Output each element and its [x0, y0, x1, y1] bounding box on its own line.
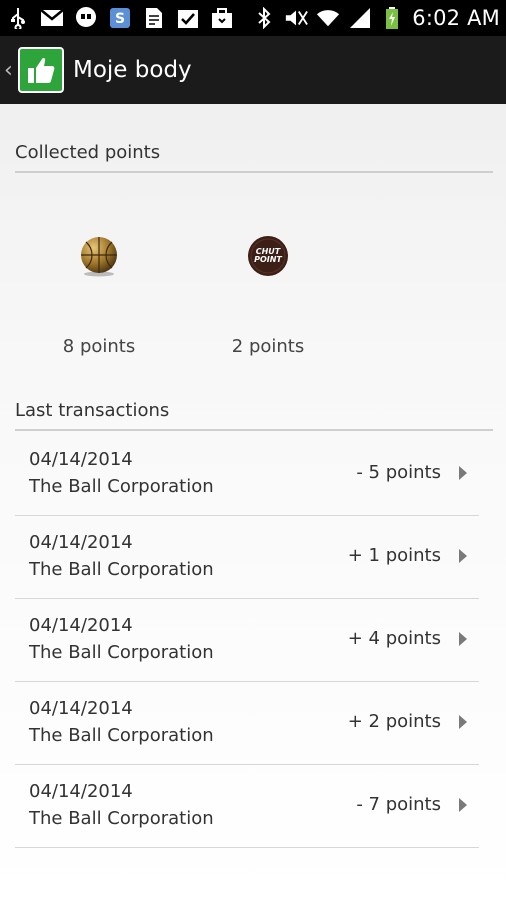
last-transactions-header: Last transactions	[15, 400, 493, 431]
transaction-row[interactable]: 04/14/2014 The Ball Corporation - 5 poin…	[15, 433, 479, 516]
up-navigation-icon[interactable]: ‹	[4, 58, 16, 83]
usb-icon	[6, 6, 30, 30]
svg-text:POINT: POINT	[254, 255, 282, 264]
chevron-right-icon	[459, 549, 467, 563]
transaction-company: The Ball Corporation	[29, 725, 214, 746]
points-card-chut-point[interactable]: CHUT POINT 2 points	[193, 226, 343, 357]
briefcase-icon	[210, 6, 234, 30]
gmail-icon	[40, 6, 64, 30]
transaction-row[interactable]: 04/14/2014 The Ball Corporation + 1 poin…	[15, 516, 479, 599]
bluetooth-icon	[252, 6, 276, 30]
transaction-row[interactable]: 04/14/2014 The Ball Corporation + 2 poin…	[15, 682, 479, 765]
signal-icon	[348, 6, 372, 30]
transaction-amount: - 5 points	[356, 462, 441, 483]
ball-icon	[24, 226, 174, 286]
skype-icon: S	[108, 6, 132, 30]
points-card-ball[interactable]: 8 points	[24, 226, 174, 357]
transaction-date: 04/14/2014	[29, 698, 133, 719]
transaction-list: 04/14/2014 The Ball Corporation - 5 poin…	[15, 433, 479, 848]
transaction-company: The Ball Corporation	[29, 808, 214, 829]
chevron-right-icon	[459, 798, 467, 812]
transaction-date: 04/14/2014	[29, 781, 133, 802]
transaction-amount: + 2 points	[347, 711, 441, 732]
transaction-amount: - 7 points	[356, 794, 441, 815]
transaction-amount: + 1 points	[347, 545, 441, 566]
svg-text:S: S	[115, 11, 125, 27]
document-icon	[142, 6, 166, 30]
transaction-company: The Ball Corporation	[29, 476, 214, 497]
thumbs-up-icon[interactable]	[18, 47, 64, 93]
battery-icon	[380, 6, 404, 30]
transaction-date: 04/14/2014	[29, 532, 133, 553]
points-label: 8 points	[62, 336, 136, 357]
chevron-right-icon	[459, 715, 467, 729]
transaction-amount: + 4 points	[347, 628, 441, 649]
transaction-row[interactable]: 04/14/2014 The Ball Corporation + 4 poin…	[15, 599, 479, 682]
action-bar: ‹ Moje body	[0, 36, 506, 104]
chevron-right-icon	[459, 466, 467, 480]
page-title: Moje body	[73, 57, 192, 83]
clock: 6:02 AM	[412, 6, 500, 30]
status-bar: S 6:02 AM	[0, 0, 506, 36]
transaction-company: The Ball Corporation	[29, 559, 214, 580]
transaction-company: The Ball Corporation	[29, 642, 214, 663]
hangouts-icon	[74, 6, 98, 30]
mute-icon	[284, 6, 309, 30]
wifi-icon	[316, 6, 340, 30]
task-icon	[176, 6, 200, 30]
transaction-date: 04/14/2014	[29, 615, 133, 636]
collected-points-header: Collected points	[15, 142, 493, 173]
points-label: 2 points	[231, 336, 305, 357]
chevron-right-icon	[459, 632, 467, 646]
chut-point-logo: CHUT POINT	[193, 226, 343, 286]
transaction-row[interactable]: 04/14/2014 The Ball Corporation - 7 poin…	[15, 765, 479, 848]
transaction-date: 04/14/2014	[29, 449, 133, 470]
